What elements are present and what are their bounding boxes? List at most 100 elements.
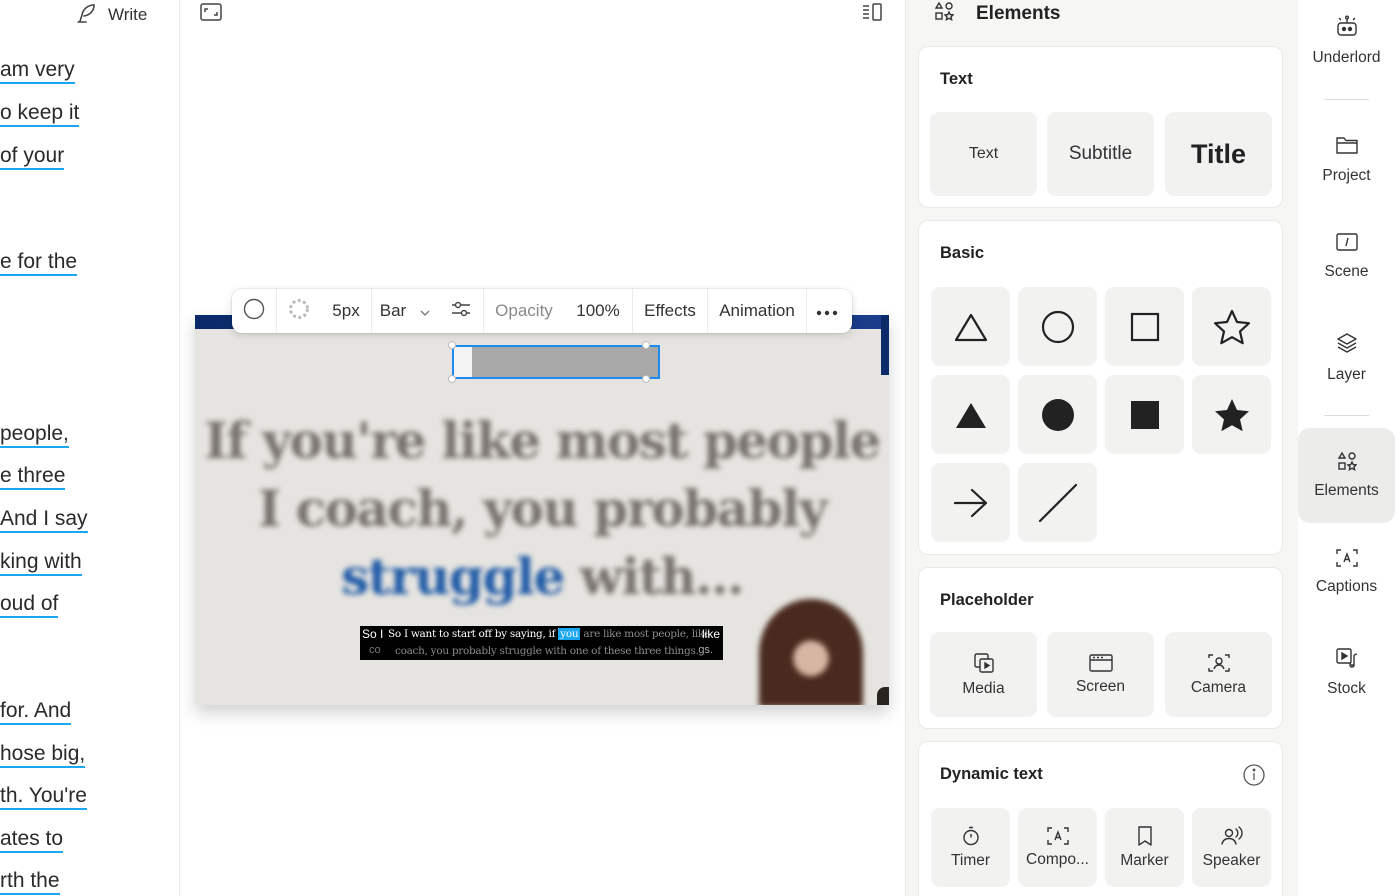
- script-line[interactable]: for. And: [0, 699, 72, 725]
- toggle-panel-button[interactable]: [861, 2, 883, 24]
- headline-line-1: If you're like most people: [204, 411, 881, 470]
- script-line[interactable]: th. You're: [0, 784, 87, 810]
- headline-accent: struggle: [341, 547, 565, 606]
- ellipsis-icon: [816, 301, 838, 321]
- layers-icon: [1335, 331, 1359, 360]
- caption-edge-left: So I: [362, 627, 384, 641]
- script-line[interactable]: king with: [0, 550, 82, 576]
- text-element-tile[interactable]: Text: [930, 112, 1037, 196]
- script-line[interactable]: And I say: [0, 507, 88, 533]
- camera-person-icon: [1207, 653, 1230, 673]
- star-filled-tile[interactable]: [1192, 375, 1271, 454]
- square-filled-icon: [1130, 400, 1159, 429]
- marker-tile-label: Marker: [1120, 851, 1169, 869]
- rail-item-layer[interactable]: Layer: [1298, 331, 1395, 397]
- rail-label-underlord: Underlord: [1312, 49, 1381, 66]
- placeholder-section: Placeholder Media Screen Camera: [918, 567, 1283, 729]
- rail-label-project: Project: [1322, 167, 1371, 184]
- script-line[interactable]: o keep it: [0, 101, 80, 127]
- placeholder-section-title: Placeholder: [940, 591, 1034, 609]
- composition-tile[interactable]: Compo...: [1018, 808, 1097, 887]
- basic-section: Basic: [918, 220, 1283, 555]
- dynamic-text-section: Dynamic text Timer Compo... Marker Speak…: [918, 741, 1283, 896]
- star-outline-tile[interactable]: [1192, 287, 1271, 366]
- square-filled-tile[interactable]: [1105, 375, 1184, 454]
- caption-overlay[interactable]: So I co So I want to start off by saying…: [360, 626, 723, 660]
- triangle-filled-tile[interactable]: [931, 375, 1010, 454]
- triangle-outline-icon: [954, 312, 988, 342]
- subtitle-element-tile[interactable]: Subtitle: [1047, 112, 1154, 196]
- arrow-tile[interactable]: [931, 463, 1010, 542]
- speaker-tile-label: Speaker: [1202, 851, 1261, 869]
- script-line[interactable]: ates to: [0, 827, 64, 853]
- arrow-right-icon: [953, 487, 989, 519]
- basic-section-title: Basic: [940, 244, 985, 262]
- timer-tile[interactable]: Timer: [931, 808, 1010, 887]
- selected-progress-bar[interactable]: [452, 345, 660, 379]
- style-dropdown[interactable]: Bar: [372, 289, 438, 333]
- more-options-button[interactable]: [807, 289, 847, 333]
- rail-label-layer: Layer: [1327, 366, 1366, 383]
- canvas-area: If you're like most people I coach, you …: [181, 0, 905, 896]
- triangle-outline-tile[interactable]: [931, 287, 1010, 366]
- media-placeholder-tile[interactable]: Media: [930, 632, 1037, 717]
- timer-icon: [962, 826, 980, 846]
- script-line[interactable]: of your: [0, 144, 65, 170]
- rail-item-stock[interactable]: Stock: [1298, 647, 1395, 713]
- elements-panel: Elements Text Text Subtitle Title Basic: [905, 0, 1298, 896]
- resize-handle[interactable]: [448, 341, 456, 349]
- caption-edge-left-2: co: [369, 644, 381, 656]
- script-line[interactable]: oud of: [0, 592, 59, 618]
- script-line[interactable]: am very: [0, 58, 75, 84]
- rail-item-captions[interactable]: Captions: [1298, 549, 1395, 615]
- rail-item-scene[interactable]: Scene: [1298, 232, 1395, 298]
- screen-placeholder-tile[interactable]: Screen: [1047, 632, 1154, 717]
- opacity-value[interactable]: 100%: [564, 289, 632, 333]
- script-line[interactable]: hose big,: [0, 742, 86, 768]
- circle-outline-tile[interactable]: [1018, 287, 1097, 366]
- resize-handle[interactable]: [448, 375, 456, 383]
- frame-corner: [877, 687, 889, 705]
- media-icon: [973, 652, 995, 674]
- effects-button[interactable]: Effects: [633, 289, 707, 333]
- rail-divider: [1324, 99, 1369, 100]
- rail-item-underlord[interactable]: Underlord: [1298, 14, 1395, 80]
- circle-filled-icon: [1041, 398, 1075, 432]
- rail-item-elements[interactable]: Elements: [1298, 428, 1395, 523]
- text-section-title: Text: [940, 70, 973, 88]
- script-line[interactable]: e three: [0, 464, 66, 490]
- line-tile[interactable]: [1018, 463, 1097, 542]
- title-element-tile[interactable]: Title: [1165, 112, 1272, 196]
- right-tool-rail: Underlord Project Scene Layer Elements C…: [1298, 0, 1400, 896]
- script-panel: Write am very o keep it of your e for th…: [0, 0, 180, 896]
- video-preview[interactable]: If you're like most people I coach, you …: [195, 315, 889, 705]
- headline-line-3: struggle with...: [195, 543, 889, 611]
- speaker-tile[interactable]: Speaker: [1192, 808, 1271, 887]
- robot-icon: [1335, 14, 1359, 43]
- resize-handle[interactable]: [642, 375, 650, 383]
- presenter-camera[interactable]: [759, 599, 863, 705]
- rail-label-captions: Captions: [1315, 578, 1378, 595]
- progress-bar-fill: [454, 347, 472, 377]
- adjustments-button[interactable]: [438, 289, 483, 333]
- rail-item-project[interactable]: Project: [1298, 134, 1395, 200]
- circle-outline-icon: [1041, 310, 1075, 344]
- stroke-color-button[interactable]: [277, 289, 321, 333]
- stroke-width-value[interactable]: 5px: [321, 289, 371, 333]
- camera-placeholder-tile[interactable]: Camera: [1165, 632, 1272, 717]
- resize-handle[interactable]: [642, 341, 650, 349]
- folder-icon: [1335, 134, 1359, 161]
- script-line[interactable]: rth the: [0, 869, 60, 895]
- video-headline[interactable]: If you're like most people I coach, you …: [195, 407, 889, 611]
- script-line[interactable]: people,: [0, 422, 69, 448]
- fullscreen-button[interactable]: [199, 2, 223, 24]
- write-button[interactable]: Write: [74, 2, 147, 28]
- marker-tile[interactable]: Marker: [1105, 808, 1184, 887]
- script-line[interactable]: e for the: [0, 250, 78, 276]
- fill-color-button[interactable]: [232, 289, 276, 333]
- star-outline-icon: [1213, 309, 1251, 345]
- info-icon[interactable]: [1242, 763, 1266, 787]
- square-outline-tile[interactable]: [1105, 287, 1184, 366]
- circle-filled-tile[interactable]: [1018, 375, 1097, 454]
- animation-button[interactable]: Animation: [708, 289, 806, 333]
